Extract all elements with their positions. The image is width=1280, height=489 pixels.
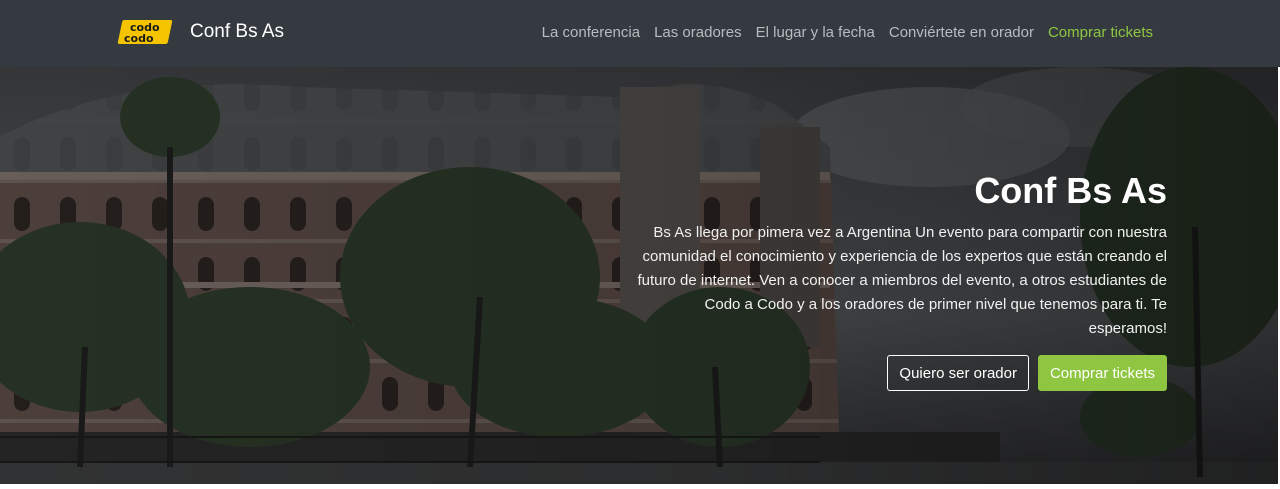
nav-links: La conferencia Las oradores El lugar y l…	[535, 22, 1160, 44]
brand-name: Conf Bs As	[190, 21, 284, 42]
nav-comprar-tickets[interactable]: Comprar tickets	[1041, 22, 1160, 44]
nav-conviertete-en-orador[interactable]: Conviértete en orador	[882, 22, 1041, 44]
become-speaker-button[interactable]: Quiero ser orador	[887, 355, 1029, 391]
nav-el-lugar-y-la-fecha[interactable]: El lugar y la fecha	[749, 22, 882, 44]
nav-la-conferencia[interactable]: La conferencia	[535, 22, 647, 44]
hero-description: Bs As llega por pimera vez a Argentina U…	[637, 224, 1168, 337]
hero-section: Conf Bs As Bs As llega por pimera vez a …	[0, 67, 1278, 484]
hero-title: Conf Bs As	[974, 170, 1167, 211]
hero-buttons: Quiero ser orador Comprar tickets	[627, 355, 1167, 391]
hero-content: Conf Bs As Bs As llega por pimera vez a …	[627, 171, 1167, 391]
brand-link[interactable]: codo codo Conf Bs As	[117, 16, 284, 48]
buy-tickets-button[interactable]: Comprar tickets	[1037, 355, 1167, 391]
navbar: codo codo Conf Bs As La conferencia Las …	[0, 0, 1280, 67]
codo-a-codo-logo: codo codo	[117, 18, 174, 46]
nav-las-oradores[interactable]: Las oradores	[647, 22, 749, 44]
